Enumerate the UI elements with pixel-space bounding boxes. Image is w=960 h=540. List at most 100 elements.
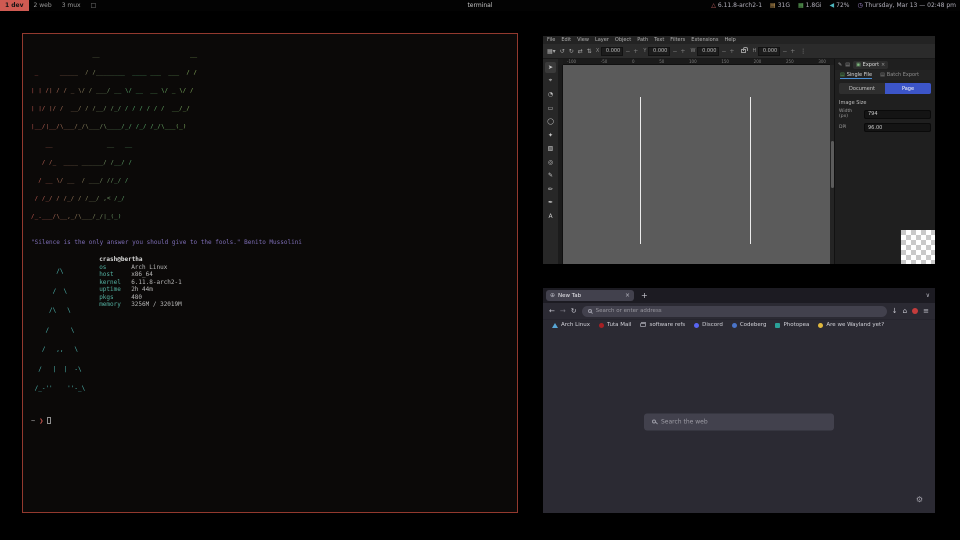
x-minus-button[interactable]: − [624, 48, 631, 55]
layers-dialog-icon[interactable]: ▤ [845, 62, 850, 68]
text-tool-icon[interactable]: A [545, 211, 556, 222]
bookmark-arch-linux[interactable]: Arch Linux [552, 322, 590, 328]
bookmark-software-refs[interactable]: software refs [640, 322, 685, 328]
browser-tab[interactable]: ⊕ New Tab × [546, 290, 634, 301]
scope-page-button[interactable]: Page [885, 83, 931, 94]
star-tool-icon[interactable]: ✦ [545, 130, 556, 141]
rotate-cw-icon[interactable]: ↻ [569, 48, 574, 55]
w-spinbox[interactable]: W 0.000 − + [690, 47, 735, 56]
calligraphy-tool-icon[interactable]: ✒ [545, 197, 556, 208]
x-plus-button[interactable]: + [632, 48, 639, 55]
banner-line: / /_ ____ ______/ /__/ / [31, 160, 509, 166]
empty-workspace-icon[interactable]: □ [86, 0, 102, 11]
workspace-1[interactable]: 1 dev [0, 0, 29, 11]
url-bar[interactable]: Search or enter address [582, 306, 887, 317]
menu-edit[interactable]: Edit [561, 37, 571, 43]
status-bar: 1 dev 2 web 3 mux □ terminal △ 6.11.8-ar… [0, 0, 960, 11]
menu-text[interactable]: Text [654, 37, 664, 43]
ellipse-tool-icon[interactable]: ◯ [545, 116, 556, 127]
banner-line: / /_/ / /_/ / /__/ ,< /_/ [31, 196, 509, 202]
scope-document-button[interactable]: Document [839, 83, 885, 94]
shape-builder-tool-icon[interactable]: ◔ [545, 89, 556, 100]
workspace-3[interactable]: 3 mux [57, 0, 86, 11]
y-spinbox[interactable]: Y 0.000 − + [643, 47, 686, 56]
select-all-dropdown-icon[interactable]: ▦▾ [547, 48, 556, 55]
shell-prompt[interactable]: ~ ❯ [31, 417, 509, 425]
prompt-symbol: ❯ [39, 417, 43, 425]
tab-close-icon[interactable]: × [625, 292, 630, 299]
rotate-ccw-icon[interactable]: ↺ [560, 48, 565, 55]
inkscape-window: File Edit View Layer Object Path Text Fi… [543, 36, 935, 264]
menu-path[interactable]: Path [637, 37, 648, 43]
w-minus-button[interactable]: − [720, 48, 727, 55]
h-minus-button[interactable]: − [781, 48, 788, 55]
tool-options-bar: ▦▾ ↺ ↻ ⇄ ⇅ X 0.000 − + Y 0.000 − + W 0.0… [543, 44, 935, 59]
personalize-gear-icon[interactable]: ⚙ [916, 495, 923, 504]
spiral-tool-icon[interactable]: ◎ [545, 157, 556, 168]
bookmark-photopea[interactable]: Photopea [775, 322, 809, 328]
flip-horizontal-icon[interactable]: ⇄ [578, 48, 583, 55]
raise-lower-icon[interactable]: ⇅ [587, 48, 592, 55]
page-border-right [750, 97, 751, 244]
list-tabs-chevron-icon[interactable]: ∨ [926, 292, 930, 299]
selector-tool-icon[interactable]: ➤ [545, 62, 556, 73]
export-dialog-tab[interactable]: ▣ Export × [853, 61, 888, 69]
dpi-input[interactable]: 96.00 [864, 123, 931, 132]
menu-filters[interactable]: Filters [670, 37, 685, 43]
x-spinbox[interactable]: X 0.000 − + [596, 47, 640, 56]
rectangle-tool-icon[interactable]: ▭ [545, 103, 556, 114]
export-tab-close-icon[interactable]: × [881, 62, 885, 68]
new-tab-button[interactable]: + [638, 291, 651, 300]
inkscape-canvas[interactable] [563, 65, 830, 264]
wayland-bookmark-icon [818, 323, 823, 328]
fetch-row: hostx86_64 [99, 271, 182, 279]
y-minus-button[interactable]: − [671, 48, 678, 55]
edit-dialog-icon[interactable]: ✎ [838, 62, 842, 68]
x-value: 0.000 [601, 47, 623, 56]
home-icon[interactable]: ⌂ [903, 307, 907, 315]
bookmark-tuta-mail[interactable]: Tuta Mail [599, 322, 631, 328]
prompt-path: ~ [31, 417, 35, 425]
menu-help[interactable]: Help [724, 37, 735, 43]
fetch-row: pkgs480 [99, 294, 182, 302]
h-plus-button[interactable]: + [789, 48, 796, 55]
lock-ratio-icon[interactable] [741, 49, 746, 53]
menu-extensions[interactable]: Extensions [691, 37, 718, 43]
menu-file[interactable]: File [547, 37, 555, 43]
bookmark-discord[interactable]: Discord [694, 322, 723, 328]
back-button[interactable]: ← [549, 307, 555, 315]
volume-text: 72% [836, 2, 849, 9]
workspace-2[interactable]: 2 web [29, 0, 57, 11]
box3d-tool-icon[interactable]: ▧ [545, 143, 556, 154]
node-tool-icon[interactable]: ⌖ [545, 76, 556, 87]
adblocker-icon[interactable] [912, 308, 918, 314]
disk-module: ▤ 31G [770, 2, 790, 9]
banner-line: | | /| / / _ \/ / ___/ __ \/ __ `__ \/ _… [31, 88, 509, 94]
terminal-window[interactable]: __ __ _ _____ / /________ ____ ___ ___ /… [22, 33, 518, 513]
web-search-input[interactable]: Search the web [644, 413, 834, 430]
forward-button[interactable]: → [560, 307, 566, 315]
menu-view[interactable]: View [577, 37, 589, 43]
toolbar-overflow-icon[interactable]: ⋮ [800, 48, 806, 55]
menu-icon[interactable]: ≡ [923, 307, 929, 315]
kernel-module: △ 6.11.8-arch2-1 [711, 2, 762, 9]
tab-batch-export[interactable]: ▤ Batch Export [880, 72, 919, 78]
menu-object[interactable]: Object [615, 37, 631, 43]
h-value: 0.000 [758, 47, 780, 56]
menu-layer[interactable]: Layer [595, 37, 609, 43]
pencil-tool-icon[interactable]: ✏ [545, 184, 556, 195]
y-plus-button[interactable]: + [679, 48, 686, 55]
h-spinbox[interactable]: H 0.000 − + [752, 47, 796, 56]
bookmark-codeberg[interactable]: Codeberg [732, 322, 767, 328]
downloads-icon[interactable]: ↓ [892, 307, 898, 315]
tab-single-file[interactable]: ▤ Single File [840, 72, 872, 79]
banner-line: __ __ [31, 52, 509, 58]
reload-button[interactable]: ↻ [571, 307, 577, 315]
page-border-left [640, 97, 641, 244]
pen-tool-icon[interactable]: ✎ [545, 170, 556, 181]
dpi-label: DPI [839, 125, 861, 130]
width-input[interactable]: 794 [864, 110, 931, 119]
bookmark-are-we-wayland-yet[interactable]: Are we Wayland yet? [818, 322, 884, 328]
banner-line: __ __ __ [31, 142, 509, 148]
w-plus-button[interactable]: + [728, 48, 735, 55]
